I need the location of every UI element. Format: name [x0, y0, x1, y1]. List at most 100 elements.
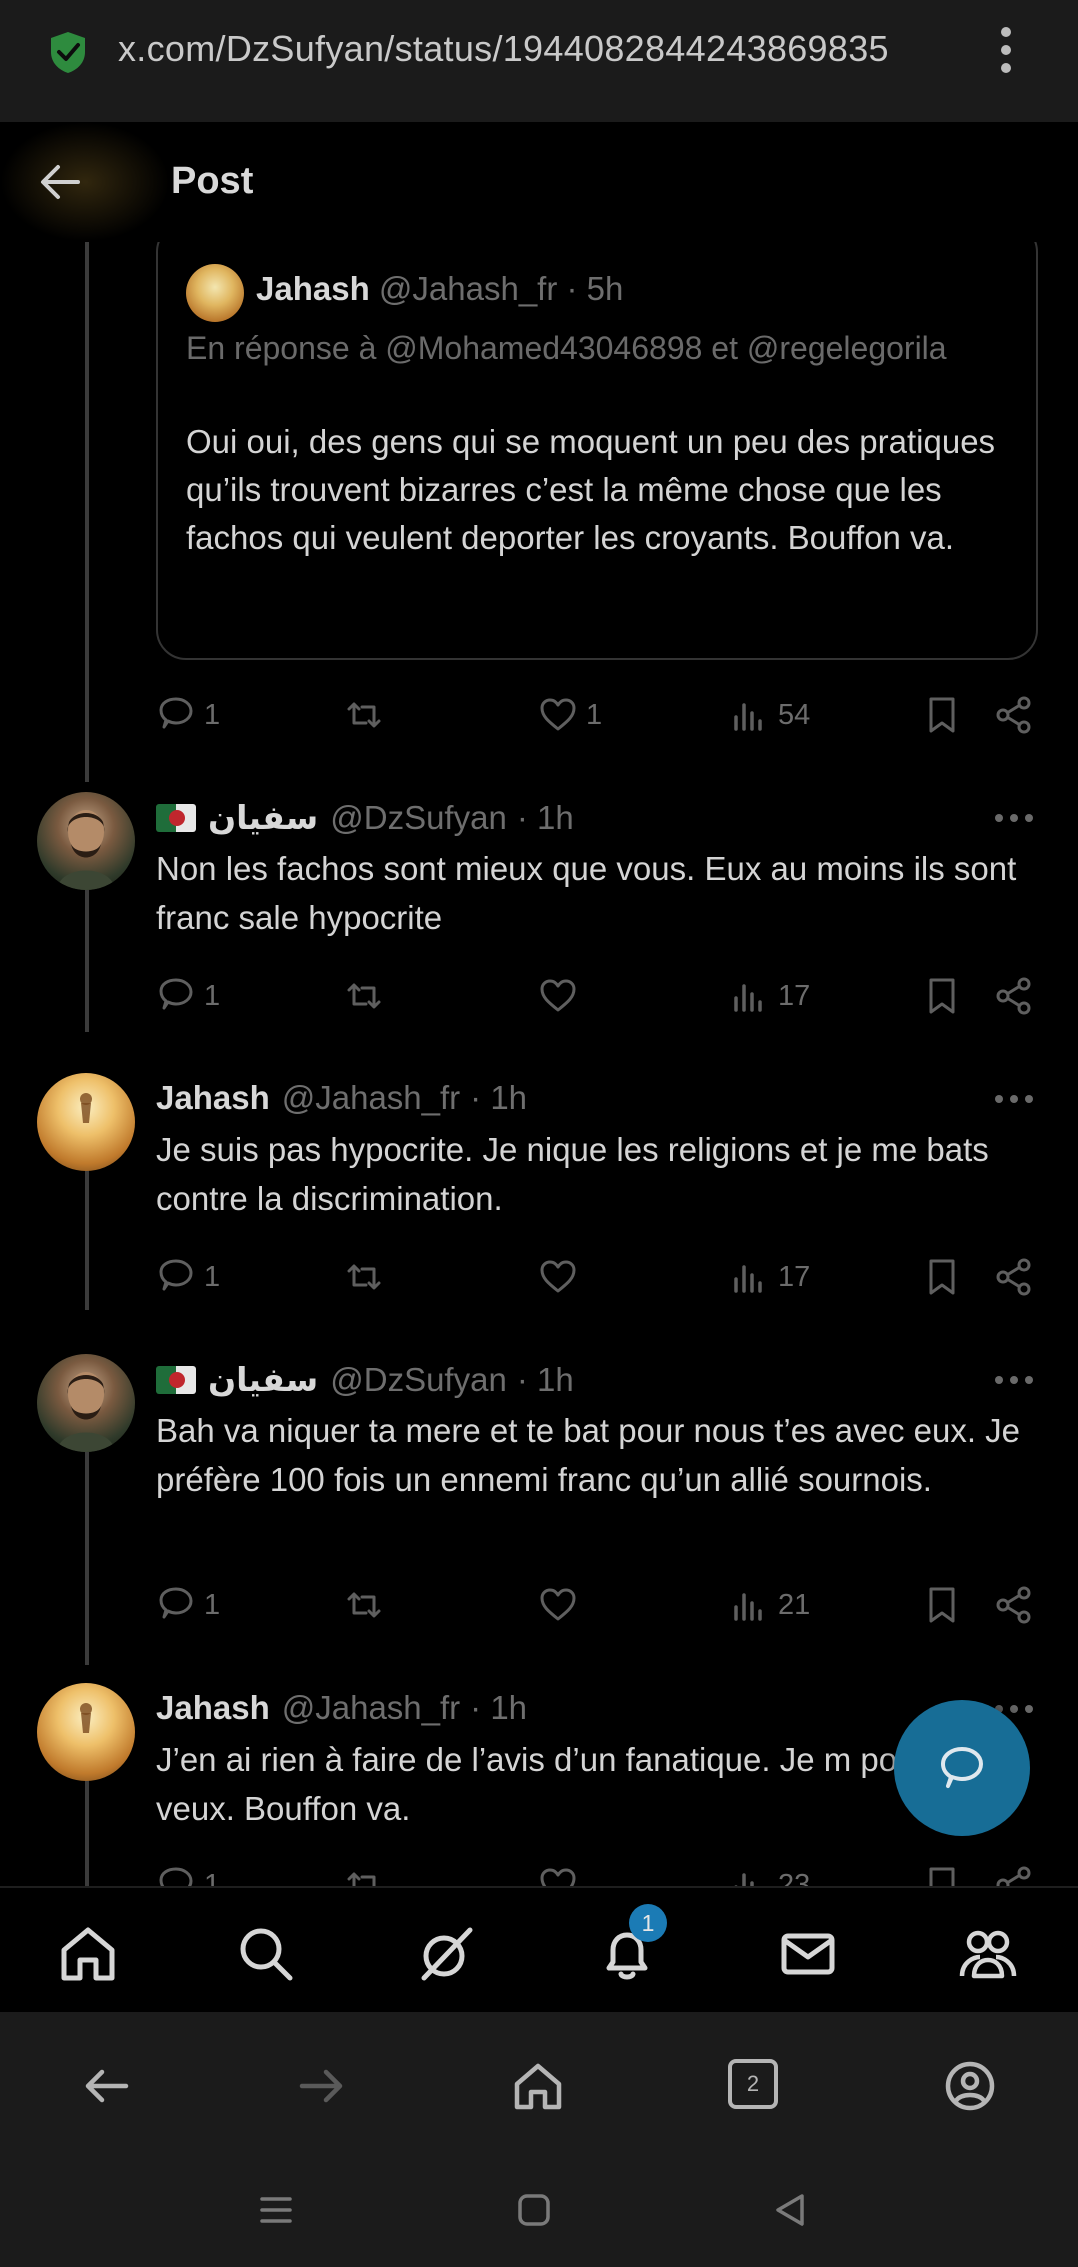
share-button[interactable]	[994, 1860, 1034, 1886]
thread-line	[85, 1435, 89, 1665]
like-button[interactable]	[538, 1860, 578, 1886]
author-handle[interactable]: @DzSufyan	[330, 1361, 507, 1399]
reply-icon	[159, 1867, 193, 1886]
share-icon	[996, 696, 1031, 734]
profile-icon[interactable]	[944, 2060, 996, 2112]
communities-icon[interactable]	[958, 1924, 1018, 1984]
post-actions: 1 17	[156, 1252, 1036, 1302]
bookmark-button[interactable]	[922, 1580, 962, 1630]
like-icon	[540, 979, 576, 1012]
url-field[interactable]: x.com/DzSufyan/status/194408284424386983…	[118, 28, 889, 70]
bookmark-button[interactable]	[922, 971, 962, 1021]
retweet-button[interactable]	[344, 971, 384, 1021]
search-icon[interactable]	[236, 1924, 296, 1984]
share-button[interactable]	[994, 690, 1034, 740]
views-button[interactable]: 54	[730, 690, 810, 740]
grok-icon[interactable]	[416, 1924, 476, 1984]
bookmark-button[interactable]	[922, 690, 962, 740]
more-horiz-icon[interactable]	[994, 1093, 1034, 1105]
share-icon	[996, 1586, 1031, 1624]
views-button[interactable]: 17	[730, 1252, 810, 1302]
author-handle[interactable]: @Jahash_fr	[282, 1079, 460, 1117]
views-button[interactable]: 23	[730, 1860, 810, 1886]
share-button[interactable]	[994, 1580, 1034, 1630]
share-button[interactable]	[994, 971, 1034, 1021]
system-back-icon[interactable]	[770, 2190, 810, 2230]
retweet-button[interactable]	[344, 1252, 384, 1302]
bookmark-button[interactable]	[922, 1860, 962, 1886]
back-arrow-icon[interactable]	[38, 162, 82, 202]
views-button[interactable]: 21	[730, 1580, 810, 1630]
like-icon	[540, 1868, 576, 1886]
retweet-button[interactable]	[344, 1860, 384, 1886]
author-handle[interactable]: @DzSufyan	[330, 799, 507, 837]
author-name[interactable]: Jahash	[256, 270, 370, 307]
views-count: 23	[778, 1868, 811, 1887]
browser-forward-icon[interactable]	[296, 2060, 348, 2112]
bookmark-icon	[929, 1587, 955, 1623]
author-name[interactable]: سفيان	[208, 798, 318, 837]
tabs-button[interactable]: 2	[728, 2059, 778, 2109]
like-button[interactable]	[538, 971, 578, 1021]
algeria-flag-icon	[156, 1365, 196, 1394]
recents-icon[interactable]	[256, 2190, 296, 2230]
compose-reply-button[interactable]	[894, 1700, 1030, 1836]
thread-timeline: Jahash @Jahash_fr · 5h En réponse à @Moh…	[0, 242, 1078, 1886]
post-actions: 1 23	[156, 1860, 1036, 1886]
post-actions: 1 21	[156, 1580, 1036, 1630]
thread-line	[85, 872, 89, 1032]
author-name[interactable]: Jahash	[156, 1689, 270, 1727]
retweet-button[interactable]	[344, 690, 384, 740]
reply-button[interactable]: 1	[156, 690, 220, 740]
reply-button[interactable]: 1	[156, 1252, 220, 1302]
thread-line	[85, 1154, 89, 1310]
shield-icon[interactable]	[48, 30, 88, 74]
system-home-icon[interactable]	[514, 2190, 554, 2230]
bookmark-button[interactable]	[922, 1252, 962, 1302]
author-handle[interactable]: @Jahash_fr	[379, 270, 557, 307]
like-button[interactable]: 1	[538, 690, 602, 740]
browser-home-icon[interactable]	[512, 2060, 564, 2112]
reply-count: 1	[204, 1588, 221, 1621]
share-icon	[996, 977, 1031, 1015]
views-count: 17	[778, 979, 811, 1012]
like-icon	[540, 698, 576, 731]
retweet-icon	[347, 1592, 381, 1618]
reply-button[interactable]: 1	[156, 1860, 220, 1886]
mail-icon[interactable]	[778, 1924, 838, 1984]
views-icon	[734, 1873, 754, 1886]
post-actions: 1 1 54	[156, 690, 1036, 740]
more-horiz-icon[interactable]	[994, 812, 1034, 824]
retweet-icon	[347, 702, 381, 728]
home-icon[interactable]	[58, 1924, 118, 1984]
like-button[interactable]	[538, 1580, 578, 1630]
algeria-flag-icon	[156, 803, 196, 832]
avatar[interactable]	[37, 1073, 135, 1171]
retweet-icon	[347, 983, 381, 1009]
reply-button[interactable]: 1	[156, 1580, 220, 1630]
author-handle[interactable]: @Jahash_fr	[282, 1689, 460, 1727]
avatar[interactable]	[37, 1683, 135, 1781]
share-button[interactable]	[994, 1252, 1034, 1302]
quoted-post-card[interactable]: Jahash @Jahash_fr · 5h En réponse à @Moh…	[156, 242, 1038, 660]
reply-icon	[159, 1587, 193, 1619]
avatar[interactable]	[37, 792, 135, 890]
author-name[interactable]: Jahash	[156, 1079, 270, 1117]
like-button[interactable]	[538, 1252, 578, 1302]
tweet-text: Non les fachos sont mieux que vous. Eux …	[156, 850, 1017, 936]
author-row: سفيان @DzSufyan · 1h	[156, 798, 574, 837]
reply-to-line[interactable]: En réponse à @Mohamed43046898 et @regele…	[186, 324, 1006, 372]
more-horiz-icon[interactable]	[994, 1374, 1034, 1386]
post-time: · 1h	[516, 798, 574, 836]
views-count: 54	[778, 698, 811, 731]
browser-back-icon[interactable]	[80, 2060, 132, 2112]
views-button[interactable]: 17	[730, 971, 810, 1021]
avatar[interactable]	[37, 1354, 135, 1452]
avatar[interactable]	[186, 264, 244, 322]
retweet-button[interactable]	[344, 1580, 384, 1630]
author-name[interactable]: سفيان	[208, 1360, 318, 1399]
more-vert-icon[interactable]	[996, 26, 1016, 74]
views-count: 17	[778, 1260, 811, 1293]
post-time: · 1h	[470, 1689, 528, 1726]
reply-button[interactable]: 1	[156, 971, 220, 1021]
